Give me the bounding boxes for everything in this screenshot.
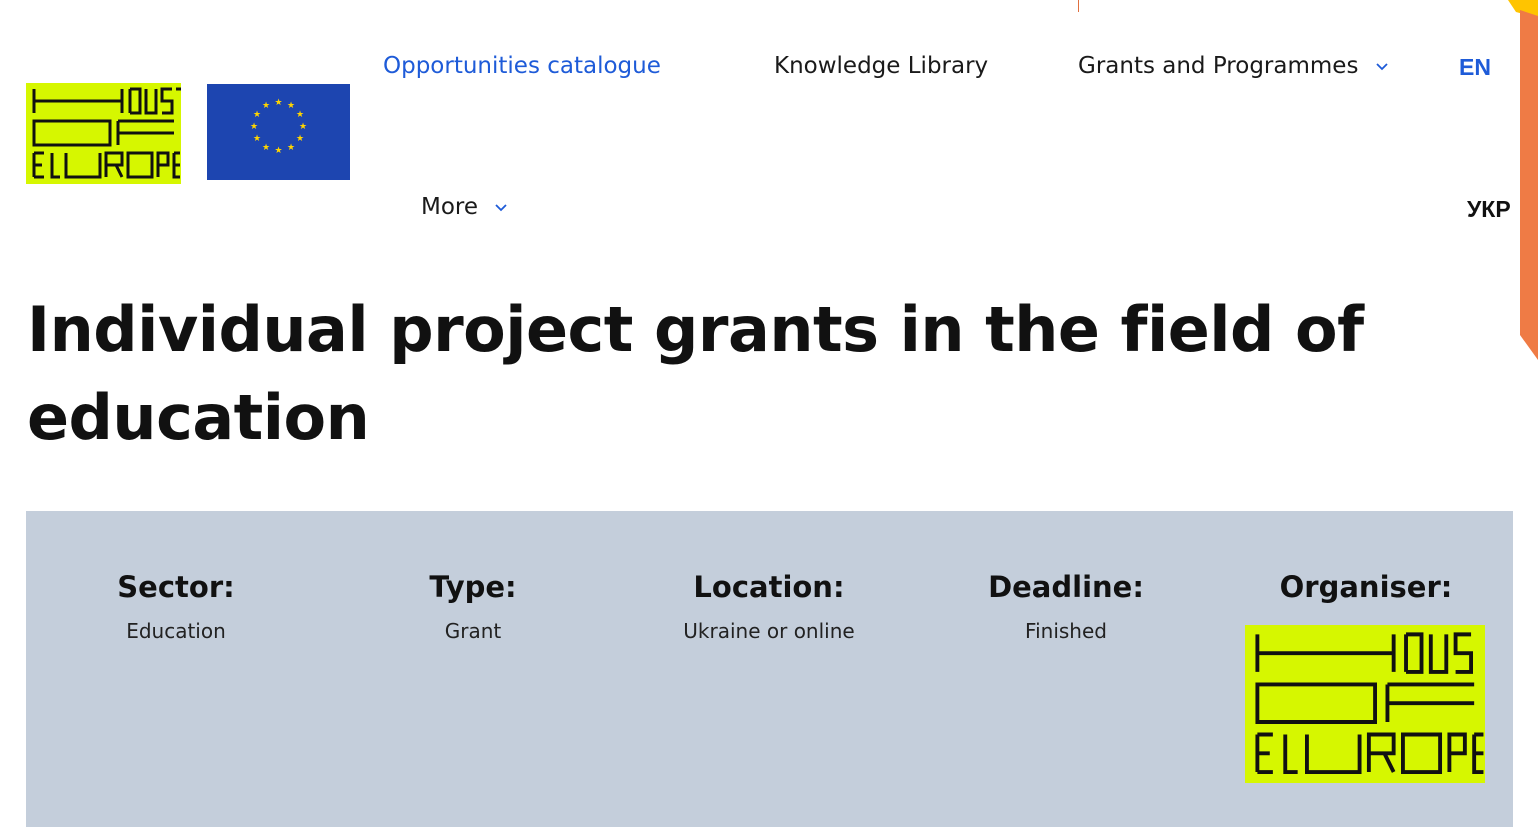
svg-text:★: ★ (299, 122, 307, 132)
detail-deadline: Deadline: Finished (956, 569, 1176, 643)
language-ukr[interactable]: УКР (1467, 196, 1511, 223)
page-title: Individual project grants in the field o… (27, 293, 1364, 454)
location-label: Location: (693, 570, 845, 604)
nav-grants-label: Grants and Programmes (1078, 53, 1359, 79)
organiser-label: Organiser: (1279, 570, 1453, 604)
nav-knowledge-library[interactable]: Knowledge Library (774, 52, 988, 80)
svg-text:★: ★ (262, 101, 270, 111)
sector-label: Sector: (117, 570, 235, 604)
organiser-logo[interactable] (1245, 625, 1485, 783)
detail-location: Location: Ukraine or online (644, 569, 894, 643)
house-of-europe-logo[interactable] (26, 83, 181, 184)
eu-flag-icon: ★ ★ ★ ★ ★ ★ ★ ★ ★ ★ ★ ★ (207, 84, 350, 180)
nav-more[interactable]: More (421, 193, 509, 221)
svg-text:★: ★ (253, 110, 261, 120)
detail-type: Type: Grant (363, 569, 583, 643)
detail-organiser: Organiser: (1251, 569, 1481, 605)
svg-text:★: ★ (250, 122, 258, 132)
svg-text:★: ★ (262, 143, 270, 153)
deadline-label: Deadline: (988, 570, 1144, 604)
decorative-corner-shape (1508, 0, 1538, 360)
detail-sector: Sector: Education (66, 569, 286, 643)
deadline-value: Finished (1025, 619, 1107, 643)
type-value: Grant (444, 619, 502, 643)
nav-more-label: More (421, 194, 479, 220)
nav-grants-and-programmes[interactable]: Grants and Programmes (1078, 52, 1390, 80)
type-label: Type: (429, 570, 517, 604)
svg-text:★: ★ (296, 134, 304, 144)
chevron-down-icon (495, 203, 507, 211)
chevron-down-icon (1376, 62, 1388, 70)
svg-text:★: ★ (274, 98, 282, 108)
location-value: Ukraine or online (683, 619, 855, 643)
svg-text:★: ★ (287, 101, 295, 111)
nav-opportunities-catalogue[interactable]: Opportunities catalogue (383, 52, 661, 80)
details-panel: Sector: Education Type: Grant Location: … (26, 511, 1513, 827)
svg-text:★: ★ (287, 143, 295, 153)
language-en[interactable]: EN (1459, 54, 1491, 81)
svg-text:★: ★ (253, 134, 261, 144)
sector-value: Education (126, 619, 226, 643)
svg-text:★: ★ (296, 110, 304, 120)
svg-text:★: ★ (274, 146, 282, 156)
header-divider (1078, 0, 1079, 12)
